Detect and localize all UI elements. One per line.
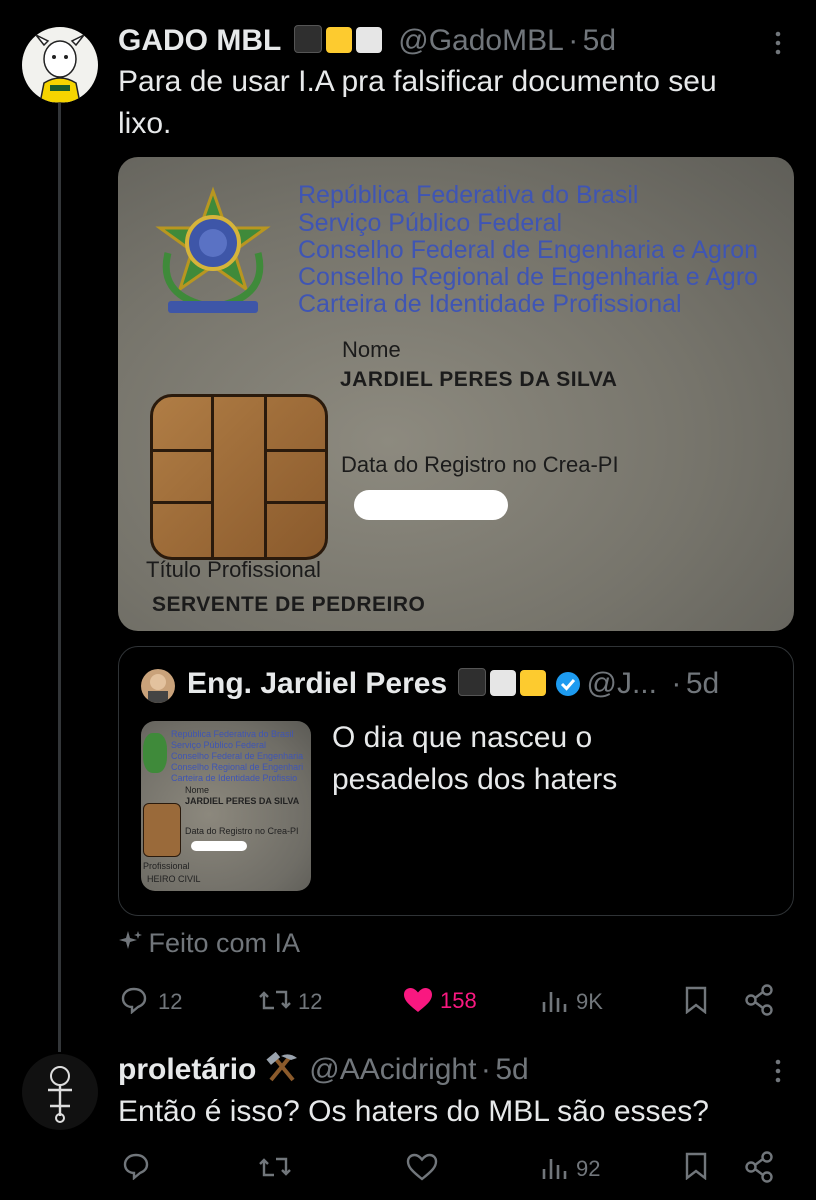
display-name[interactable]: GADO MBL — [118, 24, 281, 57]
bookmark-icon[interactable] — [684, 986, 708, 1014]
ai-label[interactable]: Feito com IA — [118, 928, 300, 959]
share-icon[interactable] — [744, 984, 774, 1016]
quote-handle[interactable]: @J... — [587, 667, 657, 700]
thumb-coat-of-arms-icon — [143, 733, 167, 773]
tweet-text-line: Para de usar I.A pra falsificar document… — [118, 65, 717, 98]
thumb-header-line: Conselho Federal de Engenharia — [171, 751, 304, 761]
like-count: 158 — [440, 988, 477, 1013]
reply-text: Então é isso? Os haters do MBL são esses… — [118, 1095, 709, 1128]
black-square-icon — [293, 25, 322, 53]
reply-retweet-icon[interactable] — [258, 1153, 292, 1181]
tweet-text-line: lixo. — [118, 107, 172, 140]
black-square-icon — [457, 668, 486, 696]
handle[interactable]: @GadoMBL — [398, 24, 564, 57]
quote-text-line: pesadelos dos haters — [332, 763, 618, 796]
reply-like-icon[interactable] — [406, 1153, 438, 1181]
reply-avatar[interactable] — [22, 1054, 98, 1130]
tweet-header: GADO MBL @GadoMBL · 5d — [118, 24, 616, 60]
chip-icon — [150, 394, 328, 560]
white-square-icon — [355, 27, 382, 53]
thumb-redaction-mark — [191, 841, 247, 851]
quote-timestamp[interactable]: 5d — [686, 667, 719, 700]
quote-image-thumbnail[interactable]: República Federativa do Brasil Serviço P… — [141, 721, 311, 891]
reply-display-name[interactable]: proletário — [118, 1053, 256, 1086]
nome-label: Nome — [342, 337, 401, 362]
quote-separator: · — [671, 667, 682, 700]
quote-badges-emoji — [457, 668, 554, 697]
thumb-header-line: Serviço Público Federal — [171, 740, 267, 750]
card-header-line: Conselho Regional de Engenharia e Agro — [298, 263, 759, 291]
registro-label: Data do Registro no Crea-PI — [341, 452, 619, 477]
like-icon-filled[interactable] — [402, 986, 434, 1014]
retweet-count: 12 — [298, 989, 323, 1014]
reply-share-icon[interactable] — [744, 1151, 774, 1183]
titulo-label: Título Profissional — [146, 557, 321, 582]
thumb-chip-icon — [143, 803, 181, 857]
sparkle-icon — [119, 931, 142, 949]
nome-value: JARDIEL PERES DA SILVA — [340, 368, 618, 391]
yellow-square-icon — [325, 27, 352, 53]
quoted-tweet[interactable]: Eng. Jardiel Peres @J... · 5d República … — [118, 646, 794, 916]
views-icon[interactable] — [540, 988, 570, 1014]
thumb-titulo-value: HEIRO CIVIL — [147, 874, 201, 884]
redaction-mark — [354, 490, 508, 520]
white-square-icon — [489, 670, 516, 696]
reply-icon[interactable] — [120, 986, 148, 1014]
separator: · — [568, 24, 579, 57]
thumb-nome-value: JARDIEL PERES DA SILVA — [185, 796, 300, 806]
reply-views-count: 92 — [576, 1156, 601, 1181]
thumb-titulo-label: Profissional — [143, 861, 190, 871]
card-header-line: República Federativa do Brasil — [298, 181, 639, 209]
quote-text-line: O dia que nasceu o — [332, 721, 593, 754]
tweet-text: Para de usar I.A pra falsificar document… — [118, 61, 798, 145]
reply-count: 12 — [158, 989, 183, 1014]
reply-bookmark-icon[interactable] — [684, 1152, 708, 1180]
card-header-line: Conselho Federal de Engenharia e Agron — [298, 236, 759, 264]
coat-of-arms-icon — [155, 186, 271, 313]
quote-display-name[interactable]: Eng. Jardiel Peres — [187, 667, 447, 700]
card-header-line: Serviço Público Federal — [298, 209, 563, 237]
reply-reply-icon[interactable] — [122, 1152, 150, 1180]
ai-label-text: Feito com IA — [148, 928, 300, 958]
reply-views-icon[interactable] — [540, 1155, 570, 1181]
reply-header: proletário @AAcidright · 5d — [118, 1051, 529, 1087]
thumb-header-line: Conselho Regional de Engenhari — [171, 762, 304, 772]
reply-separator: · — [480, 1053, 491, 1086]
card-header-line: Carteira de Identidade Profissional — [298, 290, 682, 318]
thread-line — [58, 102, 61, 1052]
views-count: 9K — [576, 989, 603, 1014]
titulo-value: SERVENTE DE PEDREIRO — [152, 593, 426, 616]
thumb-registro-label: Data do Registro no Crea-PI — [185, 826, 299, 836]
thumb-nome-label: Nome — [185, 785, 210, 795]
reply-handle[interactable]: @AAcidright — [309, 1053, 476, 1086]
timestamp[interactable]: 5d — [583, 24, 616, 57]
retweet-icon[interactable] — [258, 986, 292, 1014]
yellow-square-icon — [519, 670, 546, 696]
attached-image[interactable]: República Federativa do Brasil Serviço P… — [118, 157, 794, 631]
thumb-header-line: República Federativa do Brasil — [171, 729, 294, 739]
verified-badge-icon — [556, 672, 581, 696]
badges-emoji — [293, 25, 390, 54]
reply-more-options-icon[interactable] — [770, 1058, 786, 1084]
thumb-header-line: Carteira de Identidade Profissio — [171, 773, 298, 783]
reply-timestamp[interactable]: 5d — [495, 1053, 528, 1086]
more-options-icon[interactable] — [770, 30, 786, 56]
quote-avatar[interactable] — [141, 669, 175, 703]
hammer-and-pick-icon — [266, 1051, 297, 1082]
quote-header: Eng. Jardiel Peres @J... · 5d — [187, 667, 719, 701]
quote-text: O dia que nasceu o pesadelos dos haters — [332, 717, 617, 801]
avatar[interactable] — [22, 27, 98, 103]
